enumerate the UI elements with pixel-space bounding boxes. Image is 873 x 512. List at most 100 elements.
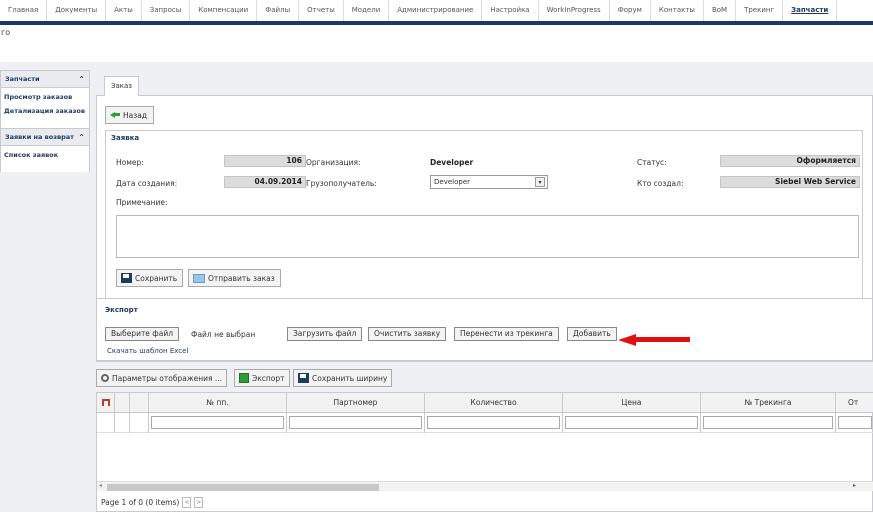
add-button[interactable]: Добавить	[567, 327, 617, 341]
back-arrow-icon	[110, 111, 120, 119]
note-textarea[interactable]	[116, 215, 859, 258]
grid-col-partnumber[interactable]: Партномер	[287, 393, 425, 413]
nav-item[interactable]: Контакты	[651, 0, 704, 21]
nav-item[interactable]: Запчасти	[783, 0, 838, 21]
nav-item[interactable]: Отчеты	[299, 0, 344, 21]
chevron-down-icon[interactable]: ▾	[535, 177, 545, 187]
filter-from-input[interactable]	[838, 416, 872, 429]
page-subtitle: го	[1, 28, 11, 37]
sidebar-section-parts-header[interactable]: Запчасти ⌃	[0, 70, 90, 88]
grid-col-number[interactable]: № пп.	[149, 393, 287, 413]
nav-item[interactable]: Трекинг	[736, 0, 784, 21]
sidebar-section-label: Запчасти	[5, 75, 40, 83]
send-icon	[193, 273, 205, 283]
sidebar-list: Просмотр заказов Детализация заказов	[0, 88, 90, 128]
nav-item[interactable]: Главная	[0, 0, 48, 21]
send-order-button-label: Отправить заказ	[208, 273, 275, 283]
arrow-shaft	[634, 337, 690, 342]
clear-request-button[interactable]: Очистить заявку	[368, 327, 447, 341]
request-fieldset: Заявка Номер: 106 Дата создания: 04.09.2…	[105, 130, 863, 308]
view-params-button[interactable]: Параметры отображения ...	[96, 369, 228, 387]
scrollbar-thumb[interactable]	[107, 484, 379, 491]
download-template-link[interactable]: Скачать шаблон Excel	[107, 347, 188, 355]
number-field: 106	[224, 155, 306, 167]
grid-col-from[interactable]: От	[836, 393, 873, 413]
filter-cell	[287, 413, 425, 433]
no-file-label: Файл не выбран	[191, 330, 256, 339]
grid-col-price[interactable]: Цена	[563, 393, 701, 413]
scroll-right-icon[interactable]: ▸	[853, 482, 856, 489]
upload-file-button[interactable]: Загрузить файл	[287, 327, 363, 341]
clear-filter-cell[interactable]	[97, 393, 115, 413]
nav-item[interactable]: Запросы	[142, 0, 191, 21]
filter-cell	[836, 413, 873, 433]
nav-item[interactable]: Форум	[610, 0, 651, 21]
nav-item[interactable]: Файлы	[257, 0, 300, 21]
floppy-disk-icon	[121, 273, 132, 283]
creator-field: Siebel Web Service	[720, 176, 860, 188]
filter-partnumber-input[interactable]	[289, 416, 422, 429]
consignee-select[interactable]: Developer ▾	[430, 175, 548, 189]
nav-item[interactable]: Компенсации	[190, 0, 258, 21]
nav-item[interactable]: Документы	[47, 0, 107, 21]
filter-price-input[interactable]	[565, 416, 698, 429]
organization-value: Developer	[430, 158, 474, 167]
save-button-label: Сохранить	[135, 273, 178, 283]
filter-quantity-input[interactable]	[427, 416, 560, 429]
filter-spacer	[130, 413, 149, 433]
grid-header: № пп. Партномер Количество Цена № Трекин…	[97, 393, 873, 413]
nav-item[interactable]: BoM	[704, 0, 737, 21]
prev-page-icon[interactable]: <	[182, 497, 192, 508]
export-title: Экспорт	[105, 306, 138, 314]
floppy-disk-icon	[298, 373, 309, 383]
export-icon	[239, 373, 249, 383]
consignee-select-value: Developer	[434, 178, 471, 186]
next-page-icon[interactable]: >	[194, 497, 204, 508]
number-label: Номер:	[116, 158, 144, 167]
nav-item[interactable]: Администрирование	[389, 0, 483, 21]
send-order-button[interactable]: Отправить заказ	[188, 269, 281, 287]
save-width-button[interactable]: Сохранить ширину	[293, 369, 393, 387]
grid-filter-row	[97, 413, 873, 433]
nav-item[interactable]: Акты	[106, 0, 142, 21]
back-button-label: Назад	[123, 110, 148, 120]
filter-cell	[425, 413, 563, 433]
export-button[interactable]: Экспорт	[234, 369, 290, 387]
sidebar-item-request-list[interactable]: Список заявок	[4, 150, 86, 160]
nav-item[interactable]: Модели	[344, 0, 390, 21]
chevron-up-icon[interactable]: ⌃	[78, 133, 85, 142]
back-button[interactable]: Назад	[105, 106, 155, 124]
grid-col-edit	[130, 393, 149, 413]
items-grid: № пп. Партномер Количество Цена № Трекин…	[96, 392, 873, 512]
scroll-left-icon[interactable]: ◂	[99, 482, 102, 489]
sidebar: Запчасти ⌃ Просмотр заказов Детализация …	[0, 70, 90, 172]
search-icon	[101, 374, 109, 382]
creator-label: Кто создал:	[637, 179, 684, 188]
created-label: Дата создания:	[116, 179, 178, 188]
grid-toolbar: Параметры отображения ... Экспорт Сохран…	[96, 368, 873, 390]
tab-strip: Заказ	[96, 70, 873, 96]
filter-tracking-input[interactable]	[703, 416, 833, 429]
sidebar-item-view-orders[interactable]: Просмотр заказов	[4, 92, 86, 102]
top-navigation: Главная Документы Акты Запросы Компенсации Фа…	[0, 0, 873, 21]
sidebar-section-returns-header[interactable]: Заявки на возврат ⌃	[0, 128, 90, 146]
tab-order[interactable]: Заказ	[104, 76, 140, 96]
horizontal-scrollbar[interactable]: ◂ ▸	[97, 481, 873, 491]
clear-filter-icon[interactable]	[101, 399, 110, 406]
grid-col-tracking[interactable]: № Трекинга	[701, 393, 836, 413]
filter-spacer	[115, 413, 130, 433]
filter-number-input[interactable]	[151, 416, 284, 429]
nav-item[interactable]: WorkInProgress	[539, 0, 610, 21]
sidebar-item-order-details[interactable]: Детализация заказов	[4, 106, 86, 116]
fieldset-legend: Заявка	[111, 134, 140, 142]
choose-file-button[interactable]: Выберите файл	[105, 327, 179, 341]
note-label: Примечание:	[116, 198, 168, 207]
sidebar-list: Список заявок	[0, 146, 90, 172]
grid-col-quantity[interactable]: Количество	[425, 393, 563, 413]
nav-item[interactable]: Настройка	[482, 0, 539, 21]
chevron-up-icon[interactable]: ⌃	[78, 75, 85, 84]
grid-col-select	[115, 393, 130, 413]
status-field: Оформляется	[720, 155, 860, 167]
import-from-tracking-button[interactable]: Перенести из трекинга	[454, 327, 559, 341]
save-button[interactable]: Сохранить	[116, 269, 184, 287]
